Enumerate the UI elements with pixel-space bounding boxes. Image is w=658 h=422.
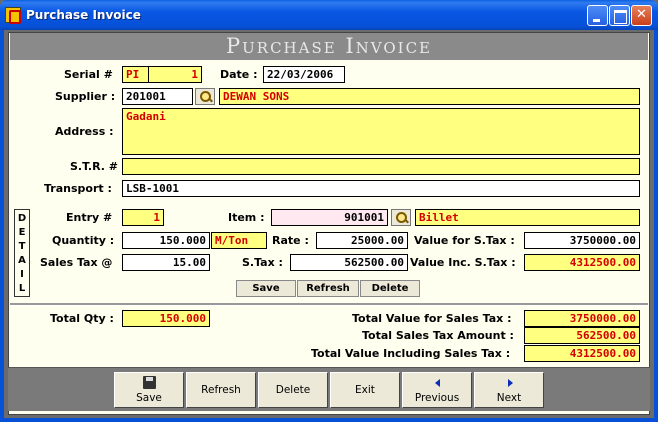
divider bbox=[10, 303, 648, 306]
previous-button[interactable]: Previous bbox=[402, 372, 472, 408]
transport-field[interactable]: LSB-1001 bbox=[122, 180, 640, 197]
previous-arrow-icon bbox=[435, 379, 440, 387]
date-field[interactable]: 22/03/2006 bbox=[263, 66, 345, 83]
detail-letter: E bbox=[18, 227, 26, 238]
disk-icon bbox=[143, 376, 156, 389]
delete-button[interactable]: Delete bbox=[258, 372, 328, 408]
value-stax-label: Value for S.Tax : bbox=[414, 234, 515, 247]
next-arrow-icon bbox=[508, 379, 513, 387]
save-button[interactable]: Save bbox=[114, 372, 184, 408]
salestax-rate-field[interactable]: 15.00 bbox=[122, 254, 210, 271]
refresh-button[interactable]: Refresh bbox=[186, 372, 256, 408]
maximize-button[interactable] bbox=[609, 5, 630, 26]
value-stax-field: 3750000.00 bbox=[524, 232, 640, 249]
detail-letter: T bbox=[18, 241, 26, 252]
item-label: Item : bbox=[228, 211, 265, 224]
total-value-label: Total Value for Sales Tax : bbox=[352, 312, 512, 325]
serial-label: Serial # bbox=[64, 68, 113, 81]
address-field[interactable]: Gadani bbox=[122, 108, 640, 155]
detail-letter: L bbox=[18, 283, 26, 294]
window-title: Purchase Invoice bbox=[26, 8, 141, 22]
transport-label: Transport : bbox=[44, 182, 112, 195]
minimize-button[interactable] bbox=[587, 5, 608, 26]
total-value-field: 3750000.00 bbox=[524, 310, 640, 327]
close-button[interactable]: ✕ bbox=[631, 5, 652, 26]
supplier-code-field[interactable]: 201001 bbox=[122, 88, 193, 105]
exit-button[interactable]: Exit bbox=[330, 372, 400, 408]
total-incl-label: Total Value Including Sales Tax : bbox=[311, 347, 511, 360]
bottom-toolbar bbox=[8, 367, 650, 411]
str-label: S.T.R. # bbox=[70, 160, 119, 173]
title-bar[interactable]: Purchase Invoice ✕ bbox=[0, 0, 658, 30]
previous-button-label: Previous bbox=[414, 392, 460, 404]
rate-field[interactable]: 25000.00 bbox=[316, 232, 408, 249]
detail-letter: D bbox=[17, 213, 27, 224]
rate-label: Rate : bbox=[272, 234, 309, 247]
total-qty-label: Total Qty : bbox=[50, 312, 114, 325]
total-incl-field: 4312500.00 bbox=[524, 345, 640, 362]
value-inc-field: 4312500.00 bbox=[524, 254, 640, 271]
save-button-label: Save bbox=[136, 392, 162, 404]
date-label: Date : bbox=[220, 68, 258, 81]
app-icon bbox=[5, 7, 21, 24]
serial-prefix-field[interactable]: PI bbox=[122, 66, 149, 83]
detail-tab[interactable]: D E T A I L bbox=[14, 209, 30, 297]
unit-field: M/Ton bbox=[211, 232, 267, 249]
next-button[interactable]: Next bbox=[474, 372, 544, 408]
detail-save-button[interactable]: Save bbox=[236, 280, 296, 297]
total-qty-field: 150.000 bbox=[122, 310, 210, 327]
exit-button-label: Exit bbox=[355, 384, 375, 396]
item-name-field[interactable]: Billet bbox=[415, 209, 640, 226]
salestax-label: Sales Tax @ bbox=[40, 256, 113, 269]
item-code-field[interactable]: 901001 bbox=[271, 209, 388, 226]
delete-button-label: Delete bbox=[275, 384, 311, 396]
supplier-label: Supplier : bbox=[55, 90, 116, 103]
refresh-button-label: Refresh bbox=[201, 384, 241, 396]
str-field[interactable] bbox=[122, 158, 640, 175]
total-tax-field: 562500.00 bbox=[524, 327, 640, 344]
supplier-search-icon[interactable] bbox=[195, 88, 215, 105]
item-search-icon[interactable] bbox=[391, 209, 411, 226]
value-inc-label: Value Inc. S.Tax : bbox=[410, 256, 516, 269]
quantity-label: Quantity : bbox=[52, 234, 115, 247]
entry-field[interactable]: 1 bbox=[122, 209, 164, 226]
supplier-name-field[interactable]: DEWAN SONS bbox=[219, 88, 640, 105]
next-button-label: Next bbox=[496, 392, 522, 404]
detail-letter: A bbox=[18, 255, 26, 266]
stax-field: 562500.00 bbox=[290, 254, 408, 271]
detail-letter: I bbox=[20, 269, 24, 280]
total-tax-label: Total Sales Tax Amount : bbox=[362, 329, 514, 342]
detail-delete-button[interactable]: Delete bbox=[360, 280, 420, 297]
detail-refresh-button[interactable]: Refresh bbox=[297, 280, 359, 297]
serial-number-field[interactable]: 1 bbox=[148, 66, 202, 83]
entry-label: Entry # bbox=[66, 211, 113, 224]
stax-label: S.Tax : bbox=[242, 256, 283, 269]
form-banner: Purchase Invoice bbox=[10, 33, 648, 60]
address-label: Address : bbox=[55, 125, 114, 138]
quantity-field[interactable]: 150.000 bbox=[122, 232, 210, 249]
